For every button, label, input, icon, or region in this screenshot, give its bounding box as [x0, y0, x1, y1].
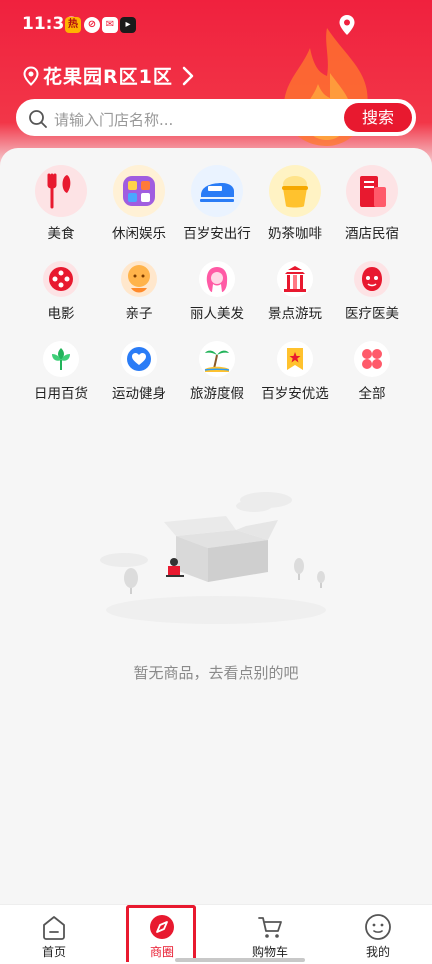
palm-tree-icon — [199, 341, 235, 377]
star-bookmark-icon — [277, 341, 313, 377]
mail-icon: ✉ — [102, 17, 118, 33]
category-label: 丽人美发 — [190, 306, 244, 322]
search-icon — [29, 110, 47, 128]
game-icon — [113, 165, 165, 217]
category-all[interactable]: 全部 — [332, 341, 412, 402]
tab-label: 我的 — [365, 945, 390, 959]
grid-icon — [354, 341, 390, 377]
home-icon — [43, 916, 65, 940]
empty-state-message: 暂无商品，去看点别的吧 — [133, 664, 299, 682]
location-selector[interactable]: 花果园R区1区 — [22, 62, 195, 89]
category-vacation[interactable]: 旅游度假 — [177, 341, 257, 402]
category-daily-goods[interactable]: 日用百货 — [21, 341, 101, 402]
category-label: 百岁安优选 — [261, 386, 329, 402]
category-movie[interactable]: 电影 — [21, 261, 101, 322]
profile-icon — [365, 914, 391, 940]
category-label: 休闲娱乐 — [112, 226, 166, 242]
category-label: 全部 — [358, 386, 386, 402]
category-label: 奶茶咖啡 — [268, 226, 322, 242]
milk-tea-icon — [269, 165, 321, 217]
app-notification-icon: ▸ — [120, 17, 136, 33]
empty-box-illustration — [100, 492, 326, 624]
category-label: 运动健身 — [112, 386, 166, 402]
location-pin-icon — [339, 15, 355, 35]
search-button[interactable]: 搜索 — [344, 103, 412, 132]
bottom-tab-bar: 首页 商圈 购物车 我的 — [0, 904, 432, 964]
category-scenic[interactable]: 景点游玩 — [255, 261, 335, 322]
category-label: 美食 — [47, 226, 75, 242]
heart-icon — [121, 341, 157, 377]
beauty-icon — [199, 261, 235, 297]
category-label: 亲子 — [125, 306, 153, 322]
category-label: 医疗医美 — [345, 306, 399, 322]
category-sports[interactable]: 运动健身 — [99, 341, 179, 402]
landmark-icon — [277, 261, 313, 297]
train-icon — [191, 165, 243, 217]
category-label: 日用百货 — [34, 386, 88, 402]
hotel-icon — [346, 165, 398, 217]
search-bar: 请输入门店名称... 搜索 — [16, 99, 416, 136]
flower-icon — [43, 341, 79, 377]
tab-home[interactable]: 首页 — [0, 905, 108, 964]
category-travel[interactable]: 百岁安出行 — [177, 165, 257, 242]
category-hotel[interactable]: 酒店民宿 — [332, 165, 412, 242]
category-medical[interactable]: 医疗医美 — [332, 261, 412, 322]
status-bar: 11:36 热 ⊘ ✉ ▸ — [0, 0, 432, 48]
category-label: 旅游度假 — [190, 386, 244, 402]
app-notification-icon: 热 — [65, 17, 81, 33]
location-label: 花果园R区1区 — [43, 66, 173, 88]
location-pin-icon — [23, 65, 39, 86]
category-leisure[interactable]: 休闲娱乐 — [99, 165, 179, 242]
category-label: 景点游玩 — [268, 306, 322, 322]
category-label: 电影 — [47, 306, 75, 322]
category-food[interactable]: 美食 — [21, 165, 101, 242]
child-icon — [121, 261, 157, 297]
chevron-right-icon — [182, 66, 194, 85]
film-reel-icon — [43, 261, 79, 297]
category-label: 酒店民宿 — [345, 226, 399, 242]
category-label: 百岁安出行 — [183, 226, 251, 242]
category-selection[interactable]: 百岁安优选 — [255, 341, 335, 402]
tab-label: 首页 — [41, 945, 66, 959]
category-kids[interactable]: 亲子 — [99, 261, 179, 322]
tab-cart[interactable]: 购物车 — [216, 905, 324, 964]
tab-profile[interactable]: 我的 — [324, 905, 432, 964]
app-notification-icon: ⊘ — [84, 17, 100, 33]
fork-knife-icon — [35, 165, 87, 217]
search-input[interactable]: 请输入门店名称... — [54, 109, 173, 130]
category-beauty[interactable]: 丽人美发 — [177, 261, 257, 322]
cart-icon — [258, 917, 282, 938]
active-tab-highlight — [126, 905, 196, 962]
medical-icon — [354, 261, 390, 297]
category-milk-tea[interactable]: 奶茶咖啡 — [255, 165, 335, 242]
home-indicator — [175, 958, 305, 962]
